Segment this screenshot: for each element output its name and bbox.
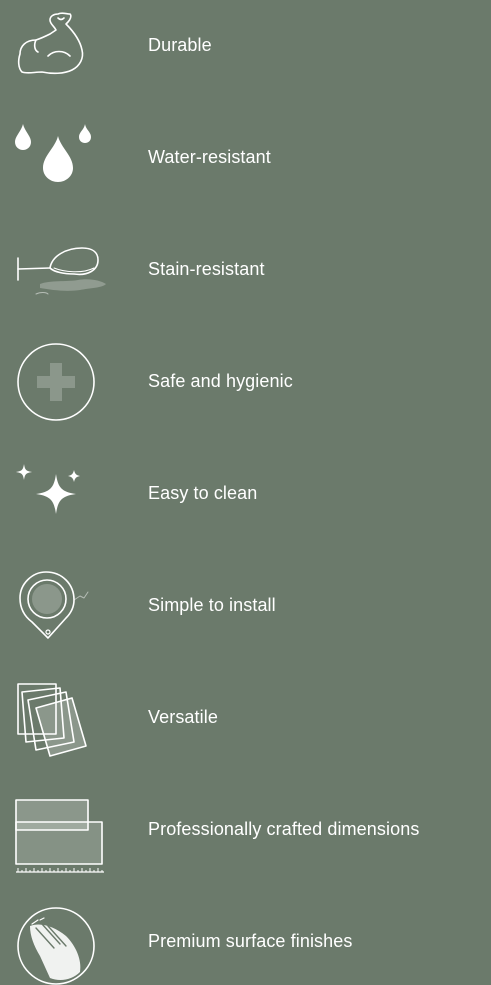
feature-list: Durable Water-resistant Stain-resistant — [0, 0, 491, 985]
tile-samples-icon — [10, 672, 110, 762]
feature-item-premium-finishes: Premium surface finishes — [0, 896, 491, 985]
feature-label: Simple to install — [148, 595, 276, 615]
feature-label: Stain-resistant — [148, 259, 265, 279]
feature-item-durable: Durable — [0, 0, 491, 90]
feature-label: Durable — [148, 35, 212, 55]
feature-label: Versatile — [148, 707, 218, 727]
hand-touching-surface-icon — [10, 896, 110, 985]
medical-cross-icon — [10, 336, 110, 426]
feature-label: Professionally crafted dimensions — [148, 819, 420, 839]
feature-item-crafted-dimensions: Professionally crafted dimensions — [0, 784, 491, 874]
feature-item-water-resistant: Water-resistant — [0, 112, 491, 202]
tiles-with-ruler-icon — [10, 784, 110, 874]
feature-item-stain-resistant: Stain-resistant — [0, 224, 491, 314]
feature-label: Safe and hygienic — [148, 371, 293, 391]
sparkles-icon — [10, 448, 110, 538]
feature-item-easy-to-clean: Easy to clean — [0, 448, 491, 538]
feature-item-versatile: Versatile — [0, 672, 491, 762]
flexed-bicep-icon — [10, 0, 110, 90]
water-drops-icon — [10, 112, 110, 202]
spilled-wine-glass-icon — [10, 224, 110, 314]
feature-label: Easy to clean — [148, 483, 258, 503]
feature-item-simple-to-install: Simple to install — [0, 560, 491, 650]
feature-label: Water-resistant — [148, 147, 271, 167]
feature-item-safe-hygienic: Safe and hygienic — [0, 336, 491, 426]
tape-measure-icon — [10, 560, 110, 650]
feature-label: Premium surface finishes — [148, 931, 353, 951]
